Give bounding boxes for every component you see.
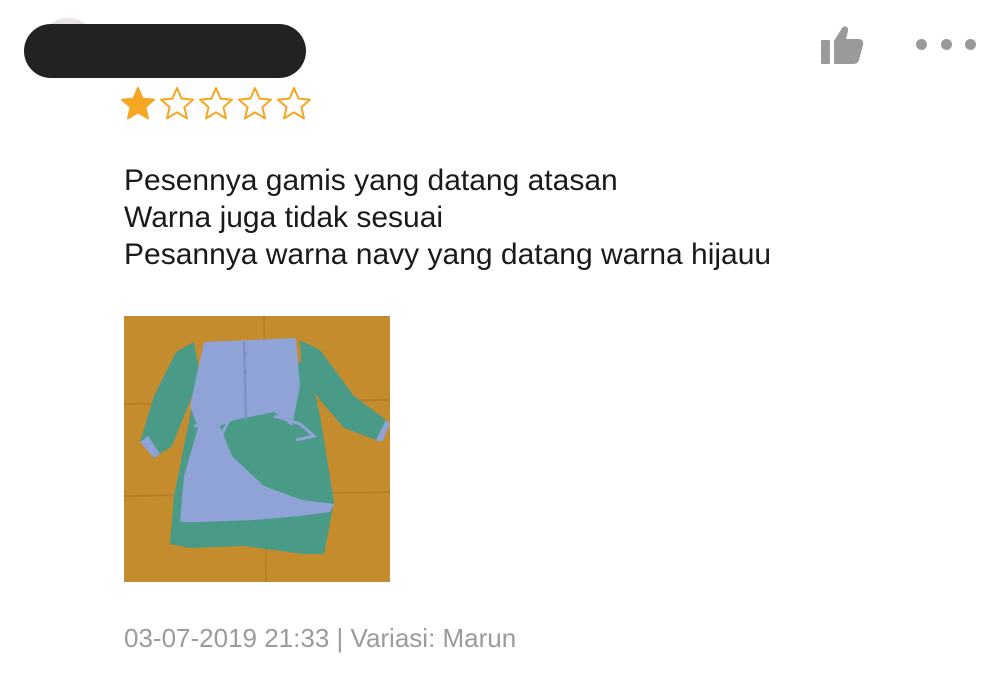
review-timestamp: 03-07-2019 21:33 [124, 623, 330, 653]
review-variation: Variasi: Marun [350, 623, 517, 653]
star-outline-icon [199, 87, 233, 120]
review-line: Pesannya warna navy yang datang warna hi… [124, 238, 772, 271]
like-button[interactable] [818, 22, 866, 68]
meta-separator: | [336, 623, 344, 653]
review-line: Warna juga tidak sesuai [124, 201, 444, 234]
review-text: Pesennya gamis yang datang atasan Warna … [124, 162, 771, 273]
review-meta: 03-07-2019 21:33 | Variasi: Marun [124, 622, 516, 654]
star-outline-icon [238, 87, 272, 120]
star-rating [120, 86, 312, 122]
star-outline-icon [277, 87, 311, 120]
review-photo[interactable] [124, 316, 390, 582]
review-line: Pesennya gamis yang datang atasan [124, 164, 618, 197]
more-options-button[interactable] [916, 32, 976, 56]
star-outline-icon [160, 87, 194, 120]
review-photo-image [124, 316, 390, 582]
star-filled-icon [121, 87, 155, 120]
redacted-username [24, 24, 306, 78]
thumbs-up-icon [821, 26, 864, 64]
more-dots-icon [916, 38, 927, 50]
